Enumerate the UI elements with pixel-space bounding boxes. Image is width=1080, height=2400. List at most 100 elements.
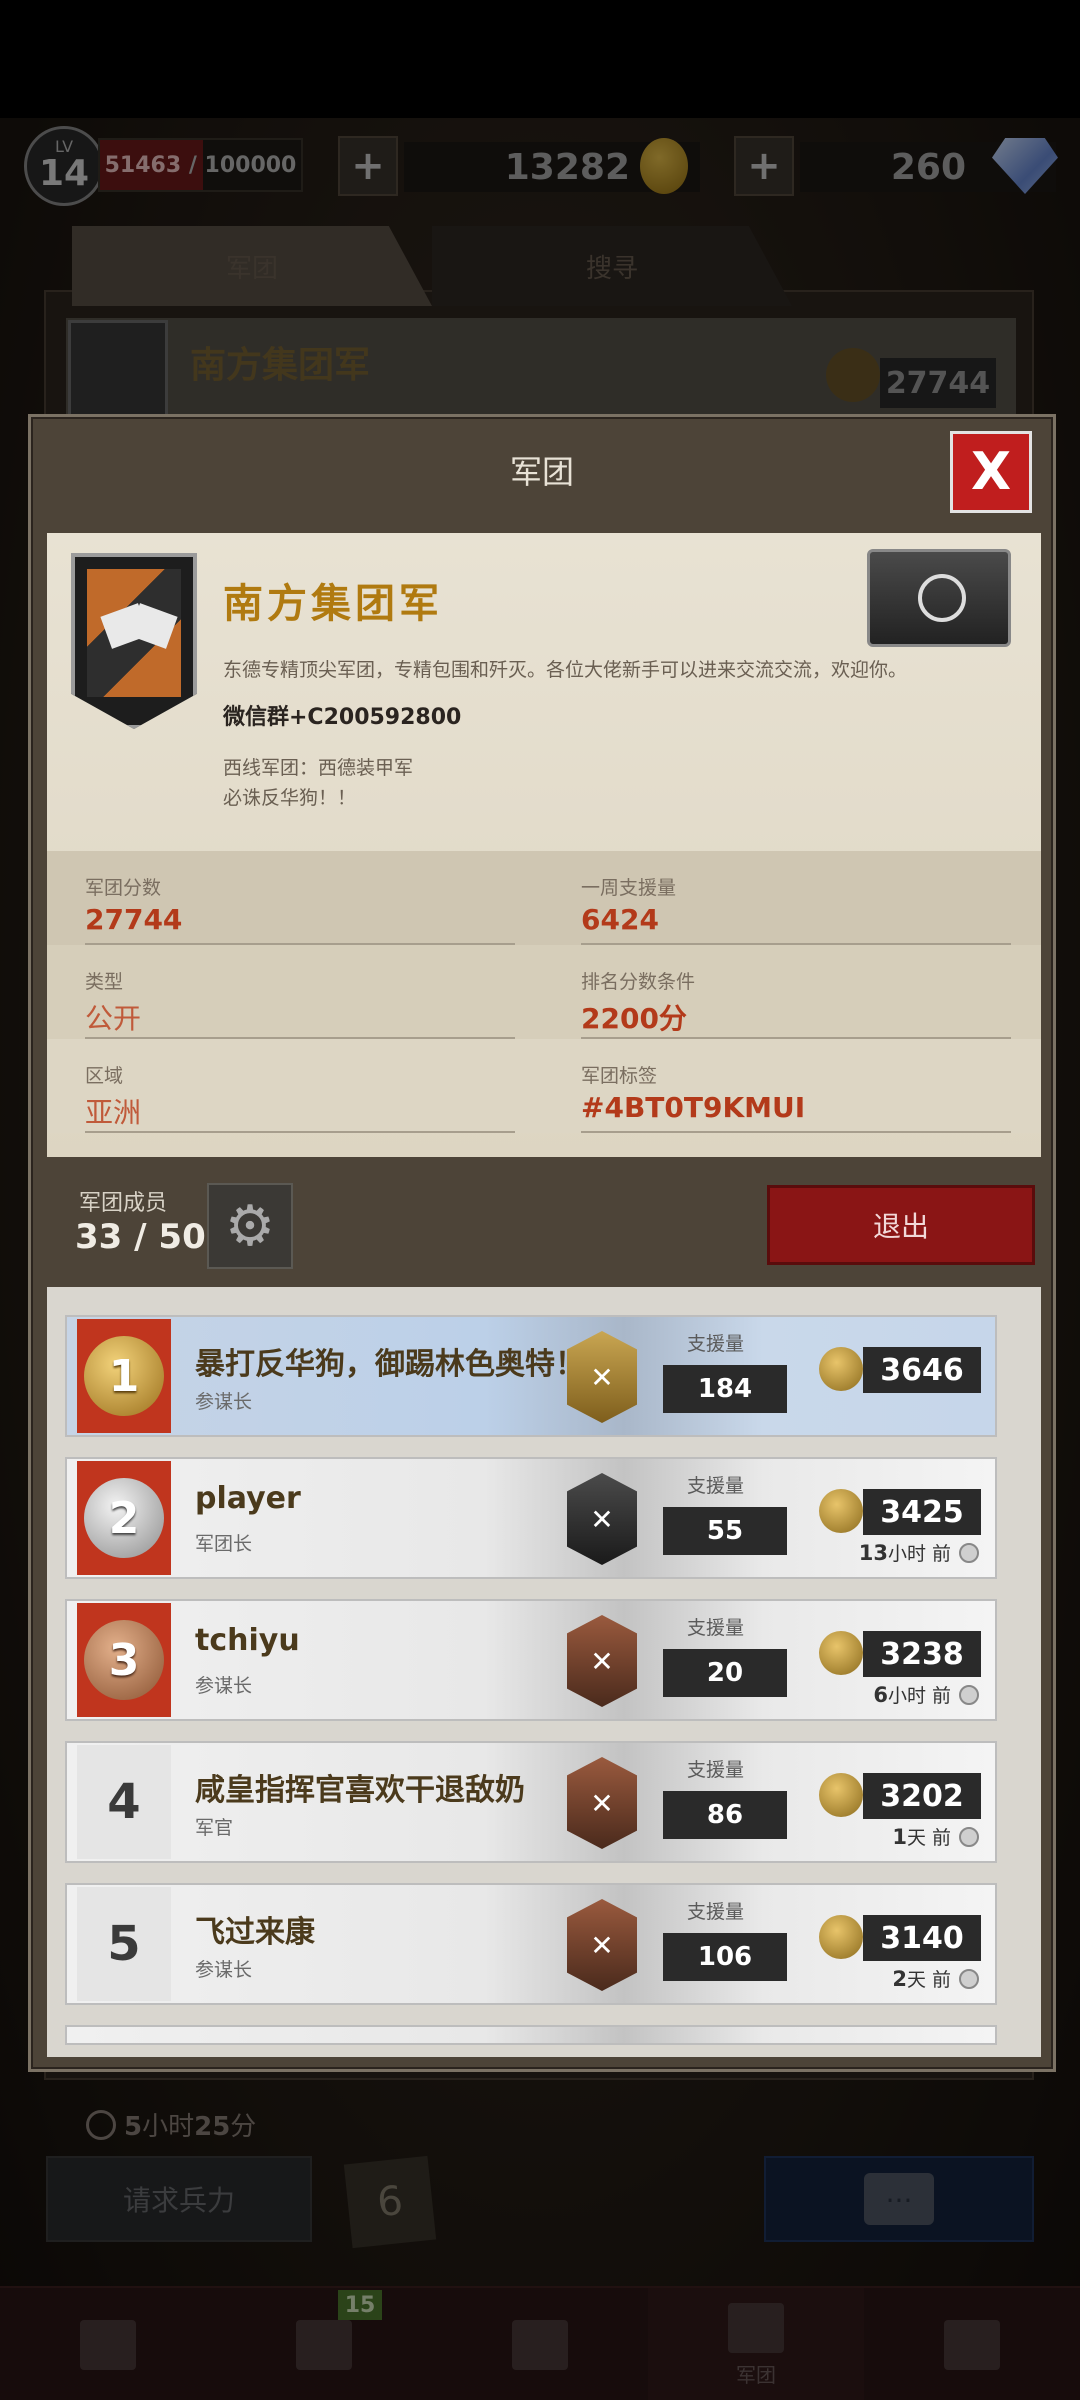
bronze-medal-icon: 3 — [84, 1620, 164, 1700]
member-score: 3238 — [863, 1631, 981, 1677]
support-value: 20 — [663, 1649, 787, 1697]
member-name: player — [195, 1481, 301, 1516]
rank-number: 4 — [107, 1774, 141, 1830]
medal-icon — [819, 1773, 863, 1817]
list-item[interactable]: 4 咸皇指挥官喜欢干退敌奶 军官 ✕ 支援量 86 3202 1天 前 — [65, 1741, 997, 1863]
stat-value: #4BT0T9KMUI — [581, 1091, 806, 1124]
last-online-unit: 小时 前 — [887, 1543, 951, 1565]
member-role: 参谋长 — [195, 1675, 253, 1697]
guild-description: 东德专精顶尖军团，专精包围和歼灭。各位大佬新手可以进来交流交流，欢迎你。 微信群… — [223, 655, 1023, 813]
stat-label: 军团标签 — [581, 1065, 658, 1087]
member-role: 军团长 — [195, 1533, 253, 1555]
guild-info-modal: 军团 X 南方集团军 东德专精顶尖军团，专精包围和歼灭。各位大佬新手可以进来交流… — [28, 414, 1056, 2072]
list-item[interactable]: 3 tchiyu 参谋长 ✕ 支援量 20 3238 6小时 前 — [65, 1599, 997, 1721]
support-value: 55 — [663, 1507, 787, 1555]
stat-region: 区域 亚洲 — [85, 1039, 515, 1133]
rank-insignia-icon: ✕ — [567, 1615, 637, 1707]
member-name: 飞过来康 — [195, 1915, 315, 1950]
last-online-value: 6 — [873, 1683, 888, 1707]
quit-button[interactable]: 退出 — [767, 1185, 1035, 1265]
modal-title: 军团 — [509, 453, 574, 491]
stat-tag: 军团标签 #4BT0T9KMUI — [581, 1039, 1011, 1133]
support-label: 支援量 — [687, 1617, 745, 1639]
support-label: 支援量 — [687, 1901, 745, 1923]
stat-value: 公开 — [85, 1002, 142, 1035]
desc-line: 西线军团：西德装甲军 — [223, 757, 414, 779]
list-item[interactable]: 2 player 军团长 ✕ 支援量 55 3425 13小时 前 — [65, 1457, 997, 1579]
last-online-value: 2 — [892, 1967, 907, 1991]
close-button[interactable]: X — [950, 431, 1032, 513]
support-label: 支援量 — [687, 1759, 745, 1781]
guild-crate-icon[interactable] — [867, 549, 1011, 647]
member-name: tchiyu — [195, 1623, 300, 1658]
last-online-value: 13 — [858, 1541, 888, 1565]
list-item[interactable] — [65, 2025, 997, 2045]
guild-name: 南方集团军 — [223, 581, 443, 627]
desc-line: 必诛反华狗！！ — [223, 787, 357, 809]
list-item[interactable]: 1 暴打反华狗，御踢林色奥特！ 参谋长 ✕ 支援量 184 3646 — [65, 1315, 997, 1437]
stat-label: 军团分数 — [85, 877, 162, 899]
stat-value: 2200分 — [581, 1002, 687, 1035]
stat-value: 6424 — [581, 903, 659, 936]
rank-badge: 1 — [77, 1319, 171, 1433]
members-count: 33 / 50 — [75, 1217, 206, 1257]
silver-medal-icon: 2 — [84, 1478, 164, 1558]
support-label: 支援量 — [687, 1475, 745, 1497]
status-bar-area — [0, 0, 1080, 118]
medal-icon — [819, 1631, 863, 1675]
desc-line: 东德专精顶尖军团，专精包围和歼灭。各位大佬新手可以进来交流交流，欢迎你。 — [223, 659, 908, 681]
gear-icon[interactable]: ⚙ — [207, 1183, 293, 1269]
member-score: 3646 — [863, 1347, 981, 1393]
stat-requirement: 排名分数条件 2200分 — [581, 945, 1011, 1039]
rank-insignia-icon: ✕ — [567, 1757, 637, 1849]
last-online-unit: 小时 前 — [887, 1685, 951, 1707]
medal-icon — [819, 1347, 863, 1391]
list-item[interactable]: 5 飞过来康 参谋长 ✕ 支援量 106 3140 2天 前 — [65, 1883, 997, 2005]
member-list[interactable]: 1 暴打反华狗，御踢林色奥特！ 参谋长 ✕ 支援量 184 3646 2 pla… — [47, 1287, 1041, 2057]
member-score: 3140 — [863, 1915, 981, 1961]
stat-value: 27744 — [85, 903, 183, 936]
gold-medal-icon: 1 — [84, 1336, 164, 1416]
status-dot-icon — [959, 1685, 979, 1705]
last-online-value: 1 — [892, 1825, 907, 1849]
rank-badge: 2 — [77, 1461, 171, 1575]
status-dot-icon — [959, 1827, 979, 1847]
stat-label: 区域 — [85, 1065, 124, 1087]
stat-label: 排名分数条件 — [581, 971, 696, 993]
last-online-unit: 天 前 — [906, 1827, 951, 1849]
rank-insignia-icon: ✕ — [567, 1473, 637, 1565]
members-label: 军团成员 — [79, 1191, 168, 1216]
medal-icon — [819, 1915, 863, 1959]
desc-wechat: 微信群+C200592800 — [223, 705, 462, 730]
support-value: 106 — [663, 1933, 787, 1981]
member-name: 咸皇指挥官喜欢干退敌奶 — [195, 1773, 525, 1808]
guild-info-card: 南方集团军 东德专精顶尖军团，专精包围和歼灭。各位大佬新手可以进来交流交流，欢迎… — [47, 533, 1041, 1157]
member-role: 军官 — [195, 1817, 234, 1839]
rank-badge: 5 — [77, 1887, 171, 2001]
rank-badge: 3 — [77, 1603, 171, 1717]
stat-type: 类型 公开 — [85, 945, 515, 1039]
support-value: 86 — [663, 1791, 787, 1839]
guild-stats: 军团分数 27744 一周支援量 6424 类型 公开 排名分数条件 2200分 — [47, 851, 1041, 1157]
rank-badge: 4 — [77, 1745, 171, 1859]
member-name: 暴打反华狗，御踢林色奥特！ — [195, 1347, 585, 1382]
support-label: 支援量 — [687, 1333, 745, 1355]
member-score: 3202 — [863, 1773, 981, 1819]
status-dot-icon — [959, 1969, 979, 1989]
member-role: 参谋长 — [195, 1959, 253, 1981]
last-online-unit: 天 前 — [906, 1969, 951, 1991]
status-dot-icon — [959, 1543, 979, 1563]
stat-label: 一周支援量 — [581, 877, 677, 899]
support-value: 184 — [663, 1365, 787, 1413]
guild-emblem-icon — [71, 553, 197, 729]
member-score: 3425 — [863, 1489, 981, 1535]
rank-number: 5 — [107, 1916, 141, 1972]
stat-score: 军团分数 27744 — [85, 851, 515, 945]
stat-value: 亚洲 — [85, 1096, 142, 1129]
medal-icon — [819, 1489, 863, 1533]
member-role: 参谋长 — [195, 1391, 253, 1413]
rank-insignia-icon: ✕ — [567, 1899, 637, 1991]
stat-weekly-support: 一周支援量 6424 — [581, 851, 1011, 945]
stat-label: 类型 — [85, 971, 124, 993]
rank-insignia-icon: ✕ — [567, 1331, 637, 1423]
